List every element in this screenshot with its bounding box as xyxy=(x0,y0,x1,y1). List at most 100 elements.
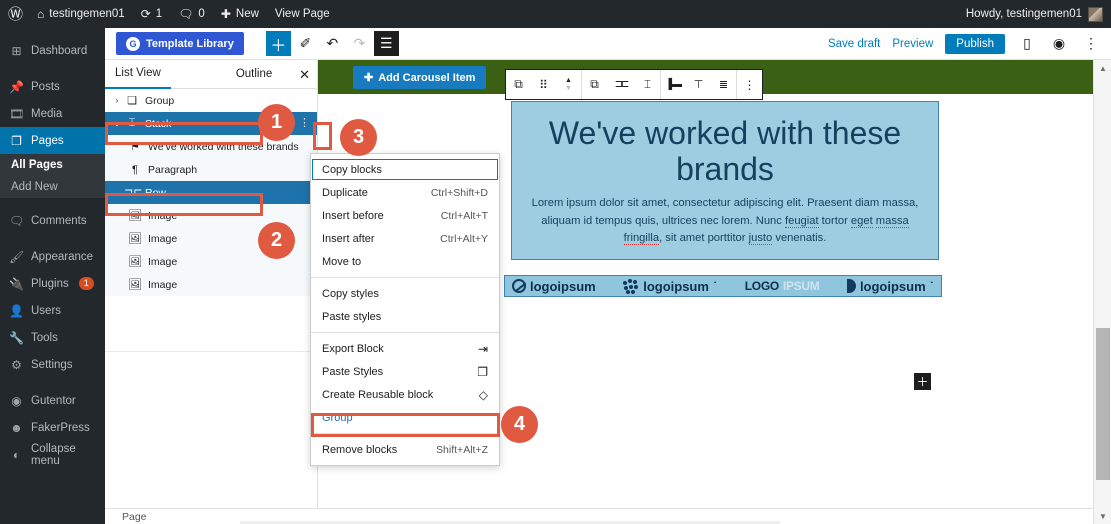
menu-item-remove-blocks[interactable]: Remove blocks Shift+Alt+Z xyxy=(311,438,499,461)
sidebar-item-label: Appearance xyxy=(31,250,94,263)
view-page-link[interactable]: View Page xyxy=(267,0,338,28)
site-name-menu[interactable]: ⌂ testingemen01 xyxy=(29,0,133,28)
settings-panel-icon[interactable]: ▯ xyxy=(1017,35,1037,52)
account-menu[interactable]: Howdy, testingemen01 xyxy=(965,6,1111,22)
block-type-icon[interactable]: ⧉ xyxy=(582,70,607,99)
edit-tool-icon[interactable]: ✐ xyxy=(293,31,318,56)
justify-left-icon[interactable]: ▐▬ xyxy=(661,70,686,99)
add-carousel-item-button[interactable]: ✚ Add Carousel Item xyxy=(353,66,487,89)
stack-icon[interactable]: ⌶ xyxy=(635,70,660,99)
menu-item-label: Create Reusable block xyxy=(322,388,434,401)
logo-item-4[interactable]: logoipsum ˙ xyxy=(846,279,934,294)
view-page-label: View Page xyxy=(274,8,330,20)
sidebar-item-pages[interactable]: ❐ Pages xyxy=(0,127,105,154)
chevron-right-icon[interactable]: › xyxy=(110,96,124,105)
sidebar-subitem-add-new[interactable]: Add New xyxy=(0,176,105,198)
sidebar-item-comments[interactable]: 🗨 Comments xyxy=(0,207,105,234)
logo-item-2[interactable]: logoipsum ˙ xyxy=(623,279,717,294)
site-name-label: testingemen01 xyxy=(49,8,125,20)
caret-down-icon[interactable]: ▼ xyxy=(1094,508,1111,524)
hero-heading: We've worked with these brands xyxy=(548,115,902,188)
sidebar-item-tools[interactable]: 🔧 Tools xyxy=(0,324,105,351)
publish-button[interactable]: Publish xyxy=(945,33,1005,54)
ellipsis-vertical-icon[interactable]: ⋮ xyxy=(1081,35,1101,52)
template-library-button[interactable]: G Template Library xyxy=(116,32,244,55)
sidebar-item-posts[interactable]: 📌 Posts xyxy=(0,73,105,100)
tab-list-view[interactable]: List View xyxy=(105,60,171,89)
menu-item-label: Copy blocks xyxy=(322,163,382,176)
logo-text: logoipsum xyxy=(530,278,596,294)
sidebar-item-label: Settings xyxy=(31,358,73,371)
logo-item-1[interactable]: logoipsum xyxy=(512,279,596,294)
redo-icon[interactable]: ↷ xyxy=(347,31,372,56)
list-view-icon[interactable]: ☰ xyxy=(373,31,399,56)
sidebar-item-media[interactable]: 🎞 Media xyxy=(0,100,105,127)
menu-item-shortcut: Ctrl+Alt+T xyxy=(440,209,488,222)
preview-button[interactable]: Preview xyxy=(892,38,933,50)
row-icon[interactable]: ⊐⊏ xyxy=(607,70,635,99)
sidebar-item-plugins[interactable]: 🔌 Plugins 1 xyxy=(0,270,105,297)
editor-tools-group: ＋ ✐ ↶ ↷ ☰ xyxy=(265,31,399,56)
sidebar-item-label: Dashboard xyxy=(31,44,88,57)
move-updown-icon[interactable]: ▲ ▼ xyxy=(556,70,581,99)
tree-row-label: Group xyxy=(145,94,175,107)
sidebar-item-gutentor[interactable]: ◉ Gutentor xyxy=(0,387,105,414)
sidebar-item-label: Gutentor xyxy=(31,394,76,407)
tree-row-paragraph[interactable]: ¶ Paragraph xyxy=(105,158,317,181)
menu-item-paste-styles-2[interactable]: Paste Styles ❐ xyxy=(311,360,499,383)
dots-icon xyxy=(623,279,639,294)
howdy-label: Howdy, testingemen01 xyxy=(965,8,1082,20)
sidebar-item-users[interactable]: 👤 Users xyxy=(0,297,105,324)
reusable-icon: ◇ xyxy=(478,387,488,402)
tree-row-label: Image xyxy=(148,278,178,291)
block-toolbar-group-1: ⧉ ⠿ ▲ ▼ xyxy=(506,70,581,99)
sidebar-item-appearance[interactable]: 🖌 Appearance xyxy=(0,243,105,270)
menu-item-label: Copy styles xyxy=(322,287,379,300)
menu-item-create-reusable-block[interactable]: Create Reusable block ◇ xyxy=(311,383,499,406)
save-draft-button[interactable]: Save draft xyxy=(828,38,880,50)
logo-row-block[interactable]: logoipsum logoipsum ˙ LOGO IPSUM logoipsu… xyxy=(504,275,942,297)
vertical-scrollbar[interactable]: ▲ ▼ xyxy=(1093,60,1111,524)
sidebar-subitem-label: All Pages xyxy=(11,159,63,171)
undo-icon[interactable]: ↶ xyxy=(320,31,345,56)
sidebar-item-fakerpress[interactable]: ☻ FakerPress xyxy=(0,414,105,441)
plug-icon: 🔌 xyxy=(9,276,24,291)
tab-outline[interactable]: Outline xyxy=(226,60,282,89)
align-stretch-icon[interactable]: ≣ xyxy=(711,70,736,99)
menu-item-paste-styles[interactable]: Paste styles xyxy=(311,305,499,328)
comments-count: 0 xyxy=(198,8,205,20)
menu-item-copy-styles[interactable]: Copy styles xyxy=(311,282,499,305)
menu-item-insert-before[interactable]: Insert before Ctrl+Alt+T xyxy=(311,204,499,227)
gutentor-icon[interactable]: ◉ xyxy=(1049,35,1069,52)
menu-item-copy-blocks[interactable]: Copy blocks xyxy=(311,158,499,181)
menu-item-duplicate[interactable]: Duplicate Ctrl+Shift+D xyxy=(311,181,499,204)
sidebar-item-settings[interactable]: ⚙ Settings xyxy=(0,351,105,378)
sidebar-item-collapse-menu[interactable]: ◐ Collapse menu xyxy=(0,441,105,468)
sidebar-subitem-all-pages[interactable]: All Pages xyxy=(0,154,105,176)
menu-item-move-to[interactable]: Move to xyxy=(311,250,499,273)
hero-block[interactable]: We've worked with these brands Lorem ips… xyxy=(511,101,939,261)
spellcheck-word: feugiat xyxy=(784,214,819,228)
comments-menu[interactable]: 🗨 0 xyxy=(170,0,213,28)
tree-row-image[interactable]: 🖼 Image xyxy=(105,273,317,296)
sidebar-item-dashboard[interactable]: ⊞ Dashboard xyxy=(0,37,105,64)
logo-item-3[interactable]: LOGO IPSUM xyxy=(745,279,820,293)
align-top-icon[interactable]: ⊤ xyxy=(686,70,711,99)
updates-menu[interactable]: ⟳ 1 xyxy=(133,0,170,28)
select-parent-icon[interactable]: ⧉ xyxy=(506,70,531,99)
new-label: New xyxy=(235,8,259,20)
ellipsis-vertical-icon[interactable]: ⋮ xyxy=(297,115,312,132)
add-block-icon[interactable]: ＋ xyxy=(265,31,291,56)
new-content-menu[interactable]: ✚ New xyxy=(213,0,267,28)
close-icon[interactable]: ✕ xyxy=(299,67,310,83)
add-block-tile-icon[interactable]: ＋ xyxy=(914,373,931,390)
breadcrumb[interactable]: Page xyxy=(105,511,147,523)
drag-handle-icon[interactable]: ⠿ xyxy=(531,70,556,99)
caret-up-icon[interactable]: ▲ xyxy=(1094,60,1111,76)
more-options-icon[interactable]: ⋮ xyxy=(737,70,762,99)
wordpress-logo-icon[interactable]: Ⓦ xyxy=(0,7,29,22)
scrollbar-thumb[interactable] xyxy=(1096,328,1110,480)
menu-item-export-block[interactable]: Export Block ⇥ xyxy=(311,337,499,360)
menu-item-insert-after[interactable]: Insert after Ctrl+Alt+Y xyxy=(311,227,499,250)
wp-admin-bar: Ⓦ ⌂ testingemen01 ⟳ 1 🗨 0 ✚ New View Pag… xyxy=(0,0,1111,28)
